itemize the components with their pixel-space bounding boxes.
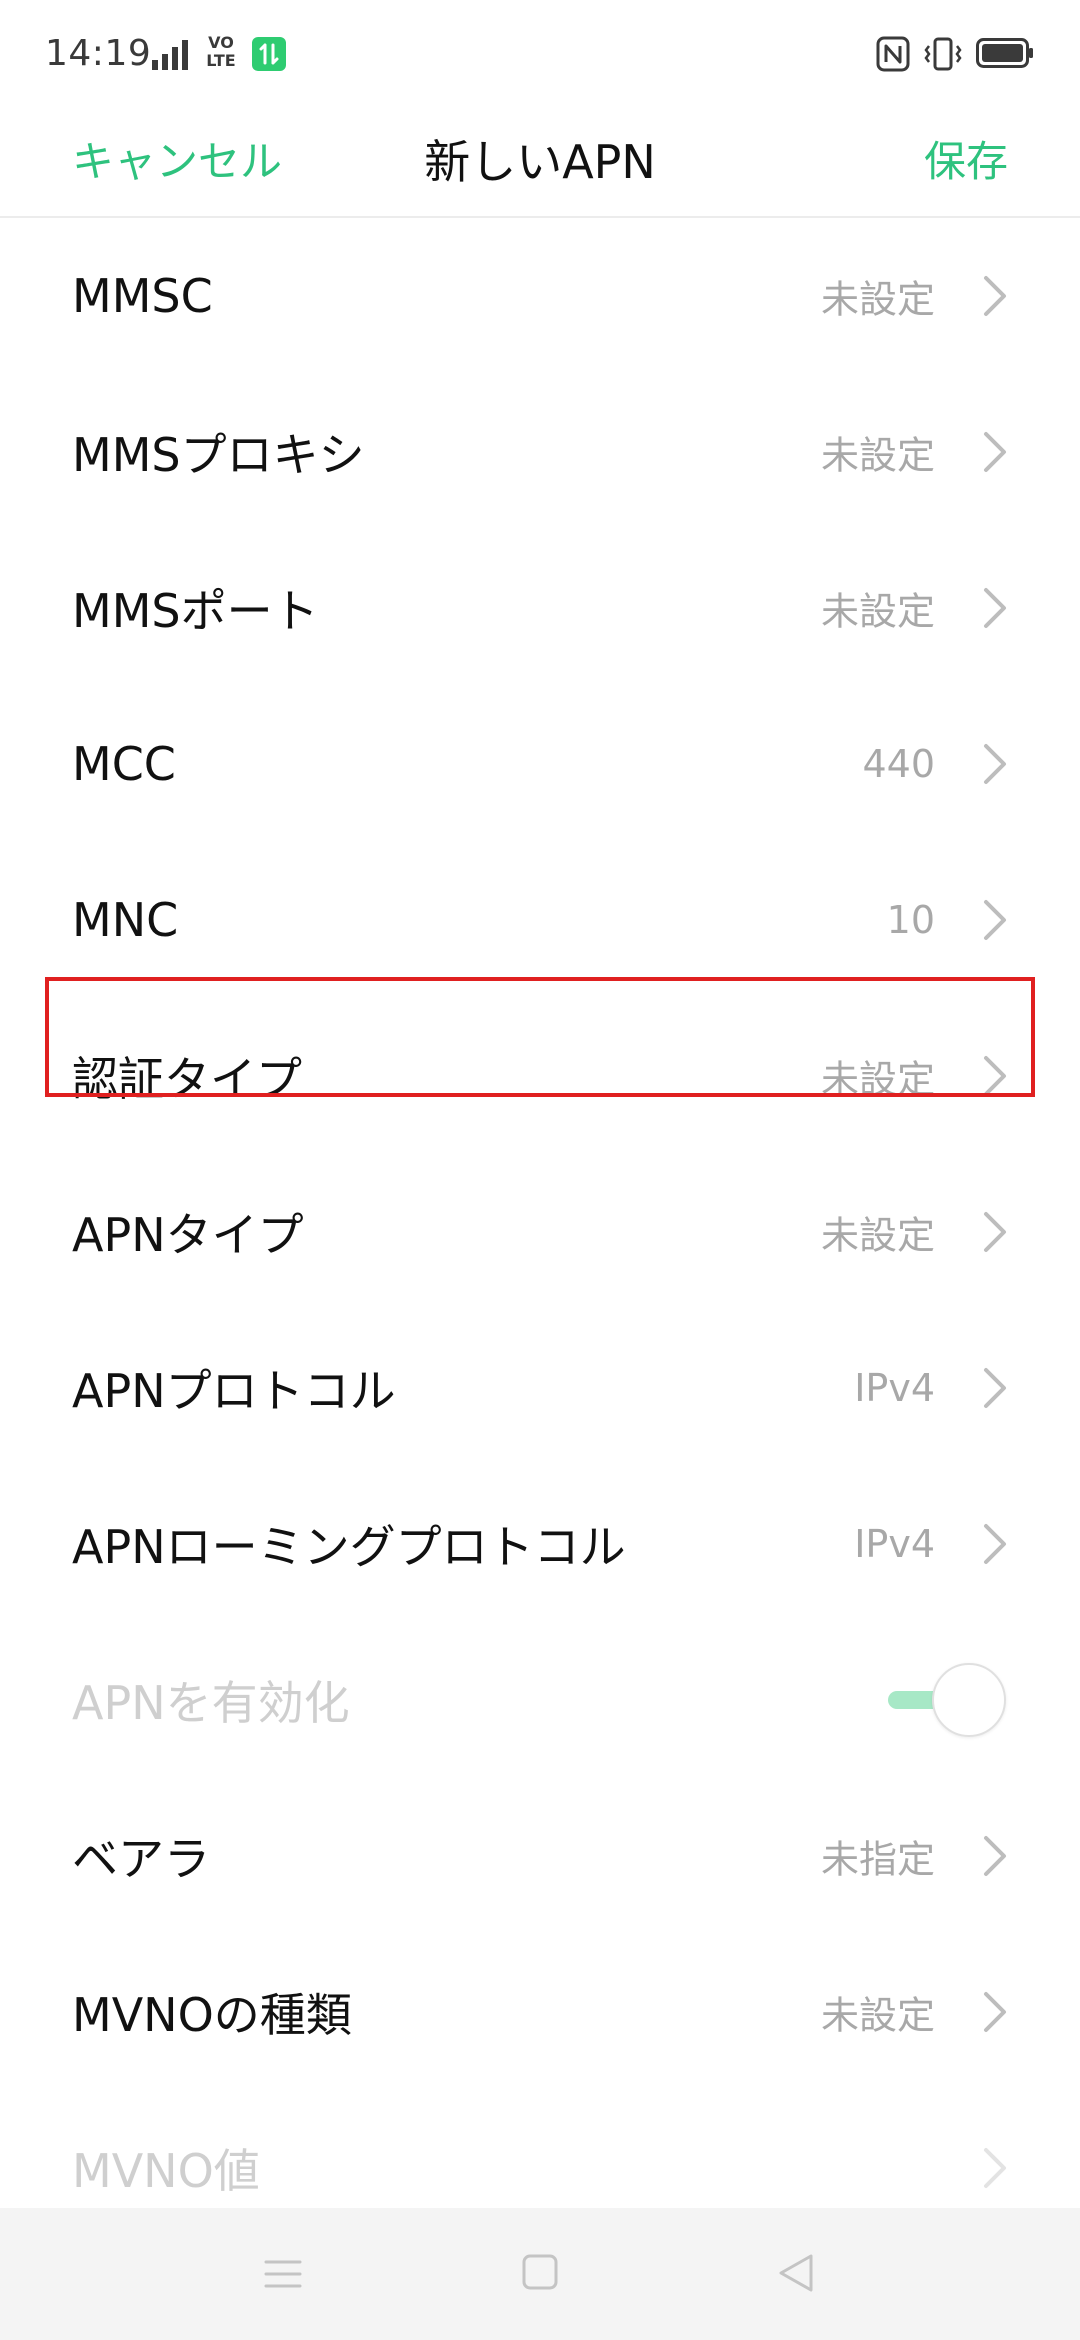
toggle-knob: [932, 1663, 1006, 1737]
setting-value: 未指定: [820, 1837, 935, 1882]
setting-row-apn-roaming-protocol[interactable]: APNローミングプロトコル IPv4: [0, 1466, 1080, 1622]
page-title: 新しいAPN: [424, 135, 656, 189]
setting-label: MVNOの種類: [72, 1988, 352, 2042]
battery-icon: [976, 38, 1033, 68]
setting-row-auth-type[interactable]: 認証タイプ 未設定: [0, 998, 1080, 1154]
setting-row-apn-type[interactable]: APNタイプ 未設定: [0, 1154, 1080, 1310]
chevron-right-icon: [984, 2148, 1006, 2188]
setting-value: 440: [862, 742, 935, 786]
setting-value: 未設定: [820, 589, 935, 634]
setting-row-mms-port[interactable]: MMSポート 未設定: [0, 530, 1080, 686]
setting-label: MMSC: [72, 269, 213, 323]
nfc-icon: [876, 36, 910, 72]
setting-label: MCC: [72, 737, 176, 791]
data-icon: [252, 37, 286, 71]
save-button[interactable]: 保存: [924, 128, 1008, 189]
setting-value: IPv4: [854, 1366, 935, 1410]
chevron-right-icon: [984, 1212, 1006, 1252]
chevron-right-icon: [984, 1056, 1006, 1096]
chevron-right-icon: [984, 900, 1006, 940]
volte-label-top: VO: [208, 33, 234, 52]
status-bar: 14:19 VO LTE: [0, 0, 1080, 108]
setting-row-bearer[interactable]: ベアラ 未指定: [0, 1778, 1080, 1934]
apn-settings-list: MMSC 未設定 MMSプロキシ 未設定 MMSポート 未設定 MCC 440 …: [0, 218, 1080, 2246]
setting-label: MNC: [72, 893, 179, 947]
setting-value: 10: [886, 898, 935, 942]
chevron-right-icon: [984, 1992, 1006, 2032]
chevron-right-icon: [984, 1836, 1006, 1876]
setting-label: APNローミングプロトコル: [72, 1520, 626, 1574]
setting-value: 未設定: [820, 1213, 935, 1258]
setting-row-mvno-type[interactable]: MVNOの種類 未設定: [0, 1934, 1080, 2090]
chevron-right-icon: [984, 744, 1006, 784]
setting-label: APNを有効化: [72, 1676, 350, 1730]
volte-label-bottom: LTE: [206, 51, 236, 70]
back-icon[interactable]: [775, 2250, 817, 2296]
chevron-right-icon: [984, 1524, 1006, 1564]
navigation-bar: [0, 2208, 1080, 2340]
setting-row-mmsc[interactable]: MMSC 未設定: [0, 218, 1080, 374]
setting-label: MMSプロキシ: [72, 428, 365, 482]
vibrate-icon: [924, 37, 962, 71]
volte-icon: VO LTE: [205, 34, 237, 74]
chevron-right-icon: [984, 276, 1006, 316]
setting-value: 未設定: [820, 1057, 935, 1102]
chevron-right-icon: [984, 1368, 1006, 1408]
signal-icon: [152, 40, 188, 70]
setting-value: IPv4: [854, 1522, 935, 1566]
setting-label: MVNO値: [72, 2144, 260, 2198]
menu-icon[interactable]: [262, 2253, 304, 2295]
setting-label: 認証タイプ: [72, 1052, 302, 1106]
setting-label: APNタイプ: [72, 1208, 304, 1262]
setting-row-apn-enable: APNを有効化: [0, 1622, 1080, 1778]
setting-row-mnc[interactable]: MNC 10: [0, 842, 1080, 998]
apn-enable-toggle: [888, 1663, 1008, 1737]
setting-value: 未設定: [820, 1993, 935, 2038]
setting-label: ベアラ: [72, 1832, 210, 1886]
home-icon[interactable]: [520, 2252, 560, 2292]
setting-label: MMSポート: [72, 584, 319, 638]
chevron-right-icon: [984, 588, 1006, 628]
setting-label: APNプロトコル: [72, 1364, 396, 1418]
setting-row-mcc[interactable]: MCC 440: [0, 686, 1080, 842]
setting-value: 未設定: [820, 277, 935, 322]
app-header: キャンセル 新しいAPN 保存: [0, 108, 1080, 218]
setting-row-apn-protocol[interactable]: APNプロトコル IPv4: [0, 1310, 1080, 1466]
status-time: 14:19: [45, 33, 152, 74]
setting-value: 未設定: [820, 433, 935, 478]
chevron-right-icon: [984, 432, 1006, 472]
setting-row-mms-proxy[interactable]: MMSプロキシ 未設定: [0, 374, 1080, 530]
